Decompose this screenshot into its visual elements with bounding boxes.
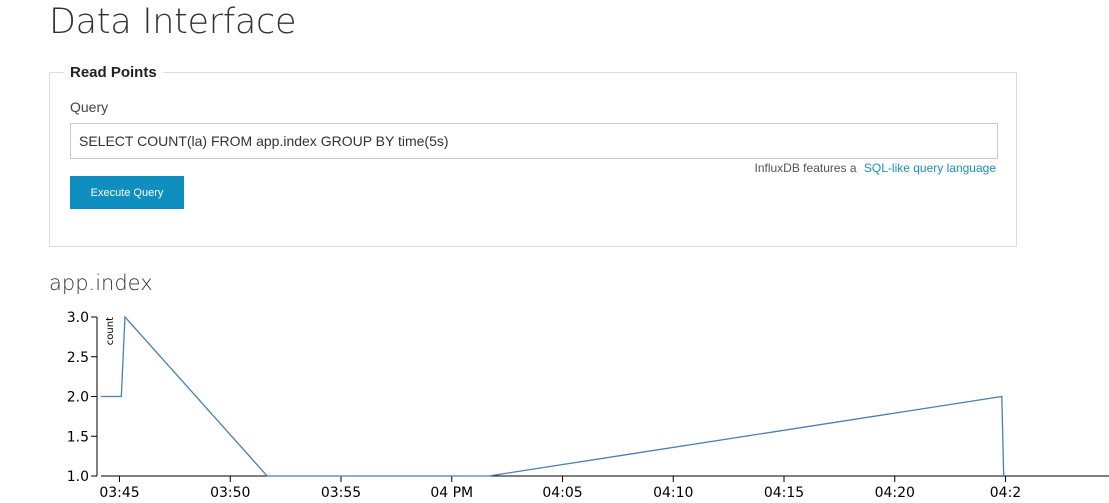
- x-tick-label: 04:2: [990, 485, 1021, 501]
- series-title: app.index: [49, 271, 153, 295]
- help-prefix: InfluxDB features a: [754, 161, 857, 175]
- x-tick-label: 04:15: [764, 485, 804, 501]
- query-label: Query: [70, 99, 109, 115]
- panel-legend: Read Points: [64, 64, 163, 82]
- x-tick-label: 03:45: [99, 485, 139, 501]
- x-axis: 03:45 03:50 03:55 04 PM 04:05 04:10 04:15 04:20…: [99, 475, 1109, 501]
- help-text: InfluxDB features a SQL-like query langu…: [755, 161, 997, 175]
- count-line-chart: 1.0 1.5 2.0 2.5 3.0 03:45 03:50 03:55 04 PM 04:0…: [67, 310, 1109, 501]
- x-tick-label: 04:20: [875, 485, 915, 501]
- x-tick-label: 04:10: [653, 485, 693, 501]
- y-tick-label: 1.0: [67, 469, 89, 485]
- y-tick-label: 3.0: [67, 310, 89, 326]
- y-tick-label: 2.5: [67, 350, 89, 366]
- query-language-link[interactable]: SQL-like query language: [864, 161, 996, 175]
- x-tick-label: 04:05: [542, 485, 582, 501]
- page-title: Data Interface: [49, 2, 297, 42]
- x-tick-label: 03:55: [321, 485, 361, 501]
- x-tick-label: 04 PM: [430, 485, 473, 501]
- x-tick-label: 03:50: [210, 485, 250, 501]
- y-axis-label: count: [105, 317, 116, 345]
- y-axis: 1.0 1.5 2.0 2.5 3.0: [67, 310, 98, 485]
- y-tick-label: 2.0: [67, 390, 89, 406]
- y-tick-label: 1.5: [67, 429, 89, 445]
- read-points-panel: Read Points Query InfluxDB features a SQ…: [49, 64, 1017, 247]
- execute-query-button[interactable]: Execute Query: [70, 176, 184, 209]
- query-input[interactable]: [70, 123, 998, 159]
- series-line: [101, 315, 1005, 477]
